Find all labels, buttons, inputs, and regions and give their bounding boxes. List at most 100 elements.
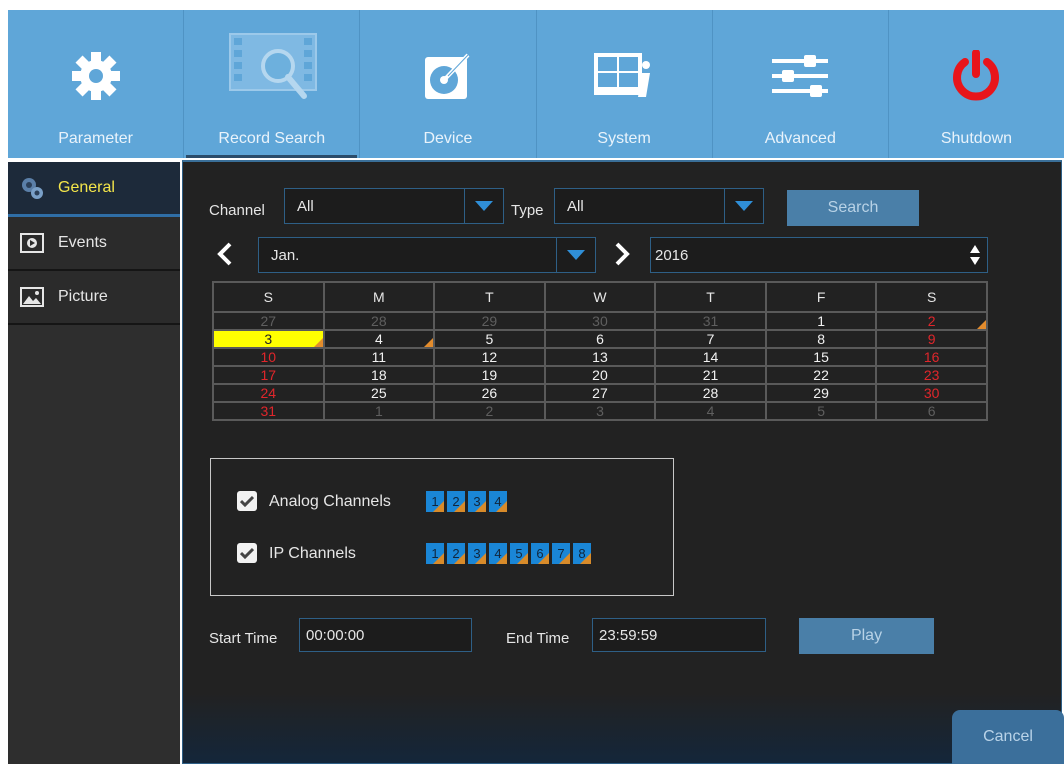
calendar-day-number: 25 — [371, 385, 387, 401]
calendar-day[interactable]: 31 — [212, 401, 325, 421]
calendar-day-number: 28 — [371, 313, 387, 329]
analog-channel-chip[interactable]: 3 — [468, 491, 486, 512]
calendar-day[interactable]: 1 — [764, 311, 878, 331]
play-button[interactable]: Play — [799, 618, 934, 654]
calendar-day[interactable]: 11 — [322, 347, 436, 367]
nav-label: Parameter — [58, 130, 133, 147]
calendar-day[interactable]: 13 — [543, 347, 657, 367]
calendar-day[interactable]: 29 — [764, 383, 878, 403]
calendar-day[interactable]: 9 — [875, 329, 988, 349]
type-select[interactable]: All — [554, 188, 764, 224]
calendar-day[interactable]: 30 — [875, 383, 988, 403]
previous-month-icon[interactable] — [217, 242, 233, 271]
calendar-day-number: 15 — [813, 349, 829, 365]
calendar-day-number: 8 — [817, 331, 825, 347]
nav-record-search[interactable]: Record Search — [183, 10, 359, 158]
calendar-day[interactable]: 17 — [212, 365, 325, 385]
record-search-icon — [224, 33, 320, 99]
calendar-day[interactable]: 25 — [322, 383, 436, 403]
power-icon — [951, 48, 1001, 104]
analog-channel-chip[interactable]: 2 — [447, 491, 465, 512]
calendar-day[interactable]: 28 — [322, 311, 436, 331]
calendar-day[interactable]: 31 — [654, 311, 767, 331]
weekday-header: T — [654, 281, 767, 313]
calendar-day[interactable]: 30 — [543, 311, 657, 331]
calendar-day-selected[interactable]: 3 — [212, 329, 325, 349]
ip-channel-chip[interactable]: 3 — [468, 543, 486, 564]
chevron-down-icon[interactable] — [464, 189, 503, 223]
calendar-day[interactable]: 2 — [875, 311, 988, 331]
month-select[interactable]: Jan. — [258, 237, 596, 273]
calendar-day[interactable]: 18 — [322, 365, 436, 385]
calendar-day[interactable]: 8 — [764, 329, 878, 349]
sidebar-item-general[interactable]: General — [8, 162, 180, 217]
calendar-day[interactable]: 27 — [543, 383, 657, 403]
calendar-day[interactable]: 6 — [543, 329, 657, 349]
ip-channel-chip[interactable]: 2 — [447, 543, 465, 564]
calendar-day[interactable]: 1 — [322, 401, 436, 421]
start-time-input[interactable]: 00:00:00 — [299, 618, 472, 652]
chevron-down-icon[interactable] — [556, 238, 595, 272]
nav-label: System — [597, 130, 651, 147]
calendar-day[interactable]: 5 — [764, 401, 878, 421]
channel-select[interactable]: All — [284, 188, 504, 224]
ip-channel-chip[interactable]: 5 — [510, 543, 528, 564]
weekday-header: S — [212, 281, 325, 313]
ip-channels-checkbox[interactable] — [237, 543, 257, 563]
sidebar-item-picture[interactable]: Picture — [8, 271, 180, 325]
analog-channel-chip[interactable]: 4 — [489, 491, 507, 512]
calendar-day[interactable]: 20 — [543, 365, 657, 385]
calendar-day[interactable]: 28 — [654, 383, 767, 403]
calendar-day[interactable]: 7 — [654, 329, 767, 349]
nav-parameter[interactable]: Parameter — [8, 10, 183, 158]
calendar-day-number: 24 — [260, 385, 277, 401]
calendar-day[interactable]: 2 — [433, 401, 546, 421]
ip-channel-chip[interactable]: 4 — [489, 543, 507, 564]
search-button[interactable]: Search — [787, 190, 919, 226]
calendar-day[interactable]: 14 — [654, 347, 767, 367]
calendar-day-number: 4 — [374, 331, 383, 347]
nav-system[interactable]: System — [535, 10, 712, 158]
calendar-day-number: 29 — [481, 313, 498, 329]
channel-number: 7 — [557, 546, 565, 561]
calendar-day[interactable]: 23 — [875, 365, 988, 385]
spinner-arrows-icon[interactable] — [969, 244, 981, 271]
ip-channel-chip[interactable]: 1 — [426, 543, 444, 564]
nav-device[interactable]: Device — [359, 10, 535, 158]
calendar-day[interactable]: 5 — [433, 329, 546, 349]
channel-number: 6 — [536, 546, 544, 561]
calendar-day[interactable]: 12 — [433, 347, 546, 367]
ip-channel-chip[interactable]: 6 — [531, 543, 549, 564]
calendar-day[interactable]: 27 — [212, 311, 325, 331]
calendar-day[interactable]: 22 — [764, 365, 878, 385]
channel-number: 4 — [494, 546, 502, 561]
ip-channel-chip[interactable]: 7 — [552, 543, 570, 564]
chevron-down-icon[interactable] — [724, 189, 763, 223]
sidebar-item-events[interactable]: Events — [8, 217, 180, 271]
calendar-day[interactable]: 26 — [433, 383, 546, 403]
weekday-header-row: SMTWTFS — [212, 281, 988, 313]
nav-advanced[interactable]: Advanced — [711, 10, 888, 158]
calendar-day[interactable]: 29 — [433, 311, 546, 331]
calendar-day[interactable]: 3 — [543, 401, 657, 421]
analog-channels-checkbox[interactable] — [237, 491, 257, 511]
calendar-day[interactable]: 4 — [322, 329, 436, 349]
calendar-day[interactable]: 21 — [654, 365, 767, 385]
calendar-day[interactable]: 16 — [875, 347, 988, 367]
end-time-input[interactable]: 23:59:59 — [592, 618, 766, 652]
calendar-day[interactable]: 6 — [875, 401, 988, 421]
calendar-day-number: 27 — [260, 313, 277, 329]
analog-channel-chip[interactable]: 1 — [426, 491, 444, 512]
calendar-day[interactable]: 10 — [212, 347, 325, 367]
ip-channel-chip[interactable]: 8 — [573, 543, 591, 564]
calendar-day[interactable]: 19 — [433, 365, 546, 385]
cancel-button[interactable]: Cancel — [952, 710, 1064, 764]
calendar-day[interactable]: 24 — [212, 383, 325, 403]
year-spinner[interactable]: 2016 — [650, 237, 988, 273]
ip-channels-label: IP Channels — [269, 545, 356, 562]
calendar-day[interactable]: 15 — [764, 347, 878, 367]
next-month-icon[interactable] — [614, 242, 630, 271]
channel-number: 3 — [473, 546, 481, 561]
nav-shutdown[interactable]: Shutdown — [887, 10, 1064, 158]
calendar-day[interactable]: 4 — [654, 401, 767, 421]
